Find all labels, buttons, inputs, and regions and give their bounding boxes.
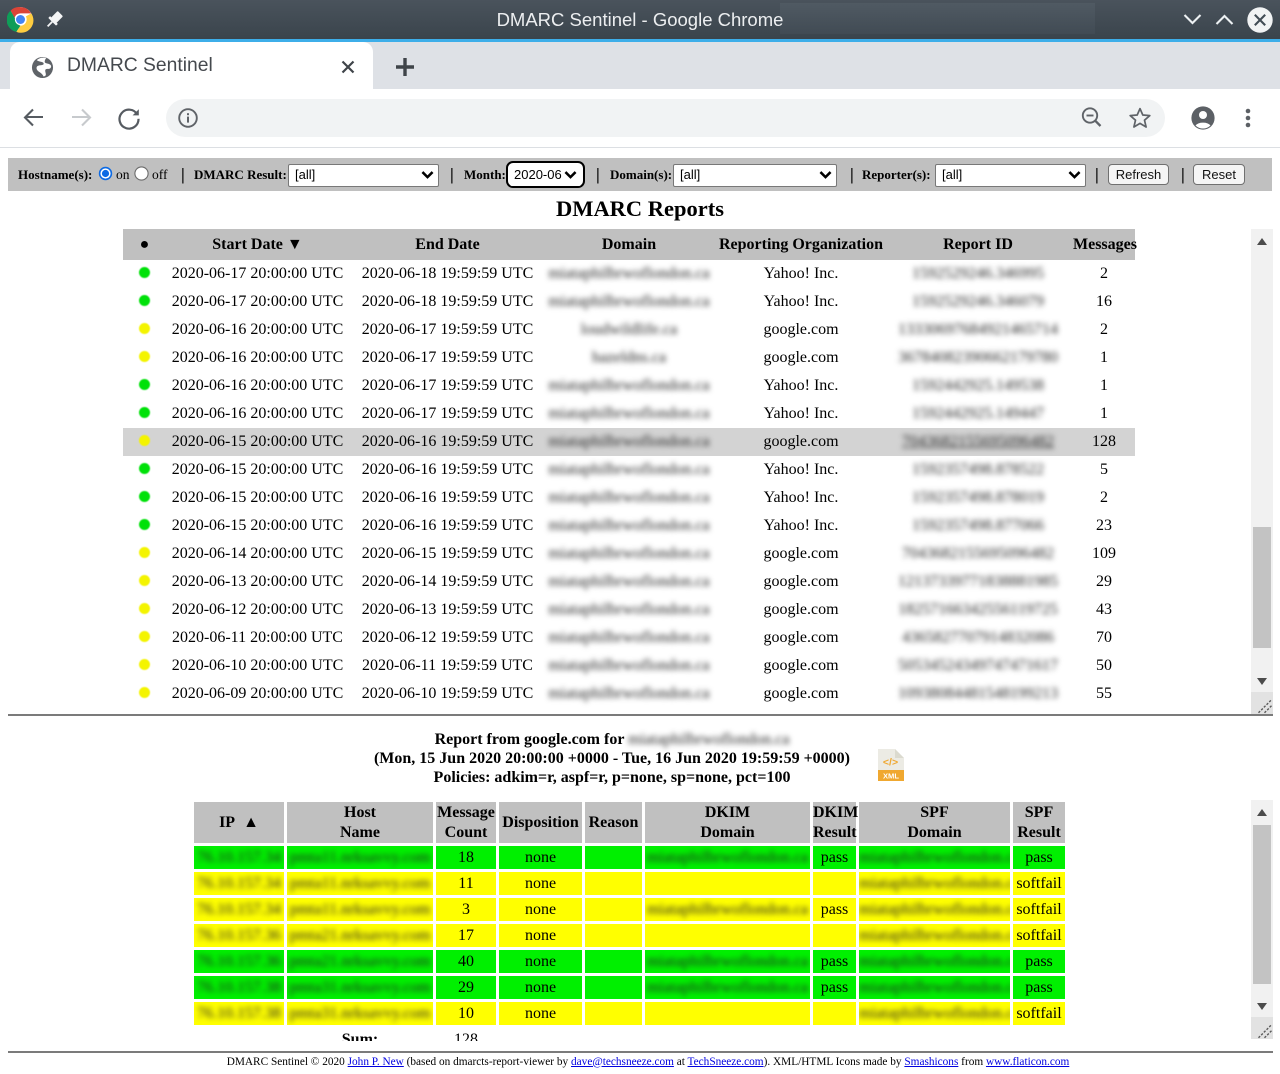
svg-text:XML: XML: [883, 772, 899, 781]
svg-text:</>: </>: [883, 757, 898, 769]
